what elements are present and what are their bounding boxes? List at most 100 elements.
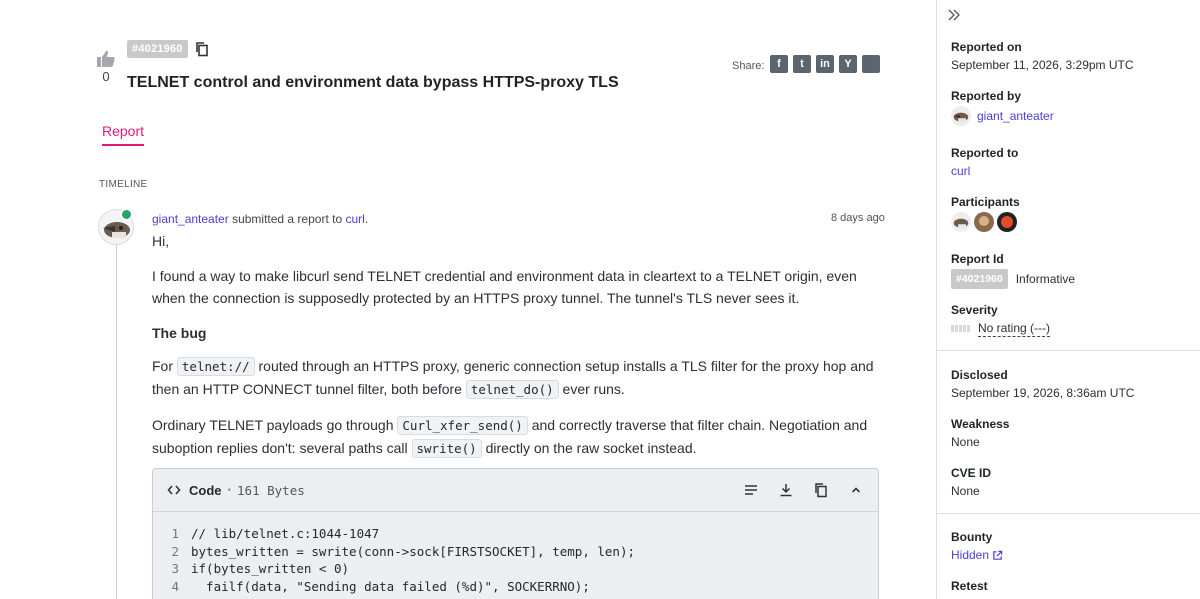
reported-by-value: giant_anteater xyxy=(951,106,1191,126)
section-heading: The bug xyxy=(152,325,207,341)
code-line: 2 bytes_written = swrite(conn->sock[FIRST… xyxy=(153,543,878,561)
code-line: 4 failf(data, "Sending data failed (%d)"… xyxy=(153,578,878,596)
text: directly on the raw socket instead. xyxy=(481,440,697,456)
greeting: Hi, xyxy=(152,233,170,249)
reported-on-value: September 11, 2026, 3:29pm UTC xyxy=(951,58,1134,72)
avatar[interactable] xyxy=(974,212,994,232)
event-time: 8 days ago xyxy=(831,212,885,224)
field-cve-id: CVE ID None xyxy=(951,465,1191,499)
text: Ordinary TELNET payloads go through xyxy=(152,417,398,433)
label: Severity xyxy=(951,303,998,317)
field-disclosed: Disclosed September 19, 2026, 8:36am UTC xyxy=(951,367,1191,401)
timeline-event: giant_anteater submitted a report to cur… xyxy=(152,212,368,226)
field-bounty: Bounty Hidden xyxy=(951,529,1191,563)
wrap-lines-icon[interactable] xyxy=(743,482,759,498)
report-state: Informative xyxy=(1015,272,1076,286)
severity-rating[interactable]: No rating (---) xyxy=(978,320,1051,337)
text: For xyxy=(152,358,177,374)
label: Disclosed xyxy=(951,368,1008,382)
copy-code-icon[interactable] xyxy=(813,482,829,498)
code-line: 1 // lib/telnet.c:1044-1047 xyxy=(153,525,878,543)
line-content: failf(data, "Sending data failed (%d)", … xyxy=(191,578,590,594)
code-size: 161 Bytes xyxy=(237,482,305,498)
thumbs-up-icon[interactable] xyxy=(96,50,116,68)
paragraph-1: I found a way to make libcurl send TELNE… xyxy=(152,268,857,306)
report-id-value: #4021960 Informative xyxy=(951,269,1191,289)
report-sidebar: Reported on September 11, 2026, 3:29pm U… xyxy=(936,0,1200,599)
code-block: Code • 161 Bytes 1 // lib/telnet.c:1044-1… xyxy=(152,468,879,599)
reporter-link[interactable]: giant_anteater xyxy=(977,108,1054,124)
avatar[interactable] xyxy=(997,212,1017,232)
bounty-link[interactable]: Hidden xyxy=(951,547,989,563)
collapse-code-icon[interactable] xyxy=(848,482,864,498)
program-link[interactable]: curl xyxy=(345,212,364,226)
vote-count: 0 xyxy=(102,69,110,84)
avatar[interactable] xyxy=(951,212,971,232)
download-icon[interactable] xyxy=(778,482,794,498)
field-severity: Severity No rating (---) xyxy=(951,302,1191,337)
external-link-icon[interactable] xyxy=(992,550,1003,561)
cve-value: None xyxy=(951,484,980,498)
verified-badge xyxy=(120,208,133,221)
label: CVE ID xyxy=(951,466,992,480)
label: Bounty xyxy=(951,530,993,544)
severity-value: No rating (---) xyxy=(951,320,1191,337)
twitter-icon[interactable]: t xyxy=(793,55,811,73)
tab-report[interactable]: Report xyxy=(102,123,145,146)
line-number: 2 xyxy=(171,543,179,559)
label: Reported on xyxy=(951,40,1022,54)
program-link[interactable]: curl xyxy=(951,163,970,179)
field-report-id: Report Id #4021960 Informative xyxy=(951,251,1191,289)
avatar[interactable] xyxy=(951,106,971,126)
divider xyxy=(937,350,1200,351)
line-number: 4 xyxy=(171,578,179,594)
code-title: Code xyxy=(189,482,222,498)
divider xyxy=(937,513,1200,514)
line-number: 3 xyxy=(171,561,179,576)
field-reported-to: Reported to curl xyxy=(951,145,1191,179)
field-reported-on: Reported on September 11, 2026, 3:29pm U… xyxy=(951,39,1191,73)
text: ever runs. xyxy=(558,381,625,397)
report-body: Hi, I found a way to make libcurl send T… xyxy=(152,230,879,473)
line-content: // lib/telnet.c:1044-1047 xyxy=(191,526,380,541)
bounty-value: Hidden xyxy=(951,547,1191,563)
facebook-icon[interactable]: f xyxy=(770,55,788,73)
report-id-badge: #4021960 xyxy=(127,40,188,58)
code-actions xyxy=(743,482,864,498)
code-lines: 1 // lib/telnet.c:1044-1047 2 bytes_written… xyxy=(153,512,878,595)
inline-code: telnet:// xyxy=(176,357,255,376)
field-weakness: Weakness None xyxy=(951,416,1191,450)
inline-code: swrite() xyxy=(411,439,482,458)
field-reported-by: Reported by giant_anteater xyxy=(951,88,1191,126)
report-id-badge: #4021960 xyxy=(951,269,1008,289)
label: Reported to xyxy=(951,146,1019,160)
separator-dot: • xyxy=(227,484,232,496)
anteater-avatar-icon xyxy=(953,112,969,122)
more-icon[interactable] xyxy=(862,55,880,73)
share-label: Share: xyxy=(732,60,765,72)
paragraph-2: For telnet:// routed through an HTTPS pr… xyxy=(152,355,879,401)
timeline-label: TIMELINE xyxy=(99,179,148,190)
weakness-value: None xyxy=(951,435,980,449)
code-header: Code • 161 Bytes xyxy=(153,469,878,512)
label: Participants xyxy=(951,195,1020,209)
copy-icon[interactable] xyxy=(194,41,210,57)
code-line: 3 if(bytes_written < 0) xyxy=(153,560,878,578)
linkedin-icon[interactable]: in xyxy=(816,55,834,73)
report-title: TELNET control and environment data bypa… xyxy=(127,74,619,91)
event-action: submitted a report to xyxy=(228,212,346,226)
code-icon xyxy=(167,485,181,495)
share-buttons: f t in Y xyxy=(770,55,880,73)
label: Weakness xyxy=(951,417,1010,431)
label: Retest xyxy=(951,579,988,593)
upvote[interactable]: 0 xyxy=(95,50,117,84)
inline-code: Curl_xfer_send() xyxy=(397,416,528,435)
collapse-sidebar-icon[interactable] xyxy=(947,8,961,22)
event-period: . xyxy=(364,212,369,226)
inline-code: telnet_do() xyxy=(465,380,559,399)
line-content: bytes_written = swrite(conn->sock[FIRSTS… xyxy=(191,543,636,559)
label: Report Id xyxy=(951,252,1004,266)
participants-list xyxy=(951,212,1191,232)
ycombinator-icon[interactable]: Y xyxy=(839,55,857,73)
reporter-link[interactable]: giant_anteater xyxy=(152,212,229,226)
